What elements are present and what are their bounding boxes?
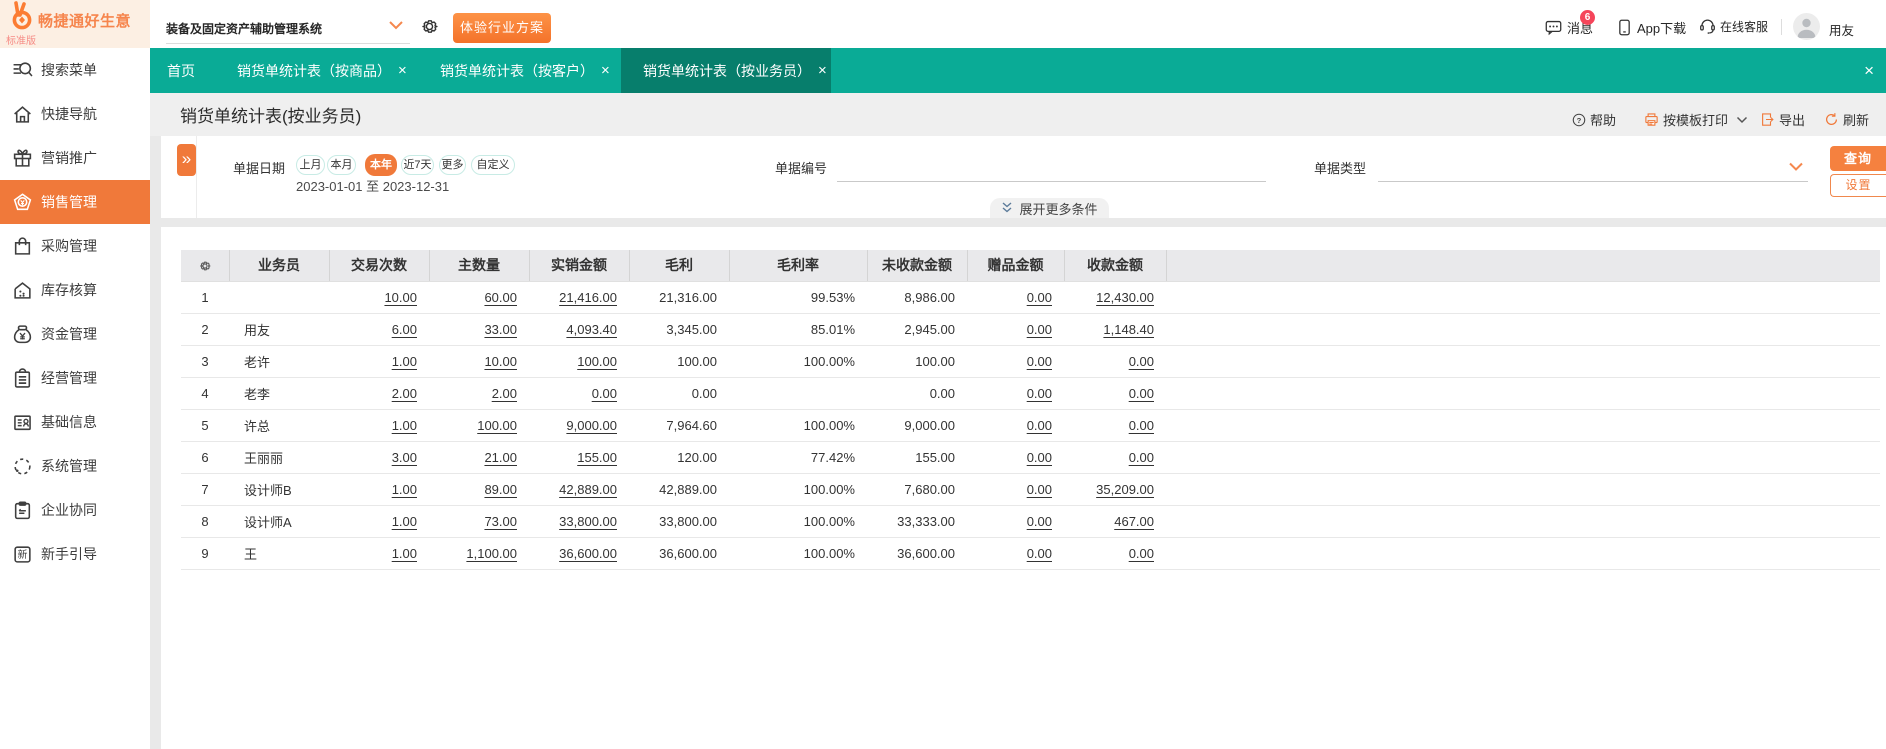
svg-text:新: 新 [18, 548, 28, 561]
svg-text:?: ? [1577, 115, 1582, 124]
